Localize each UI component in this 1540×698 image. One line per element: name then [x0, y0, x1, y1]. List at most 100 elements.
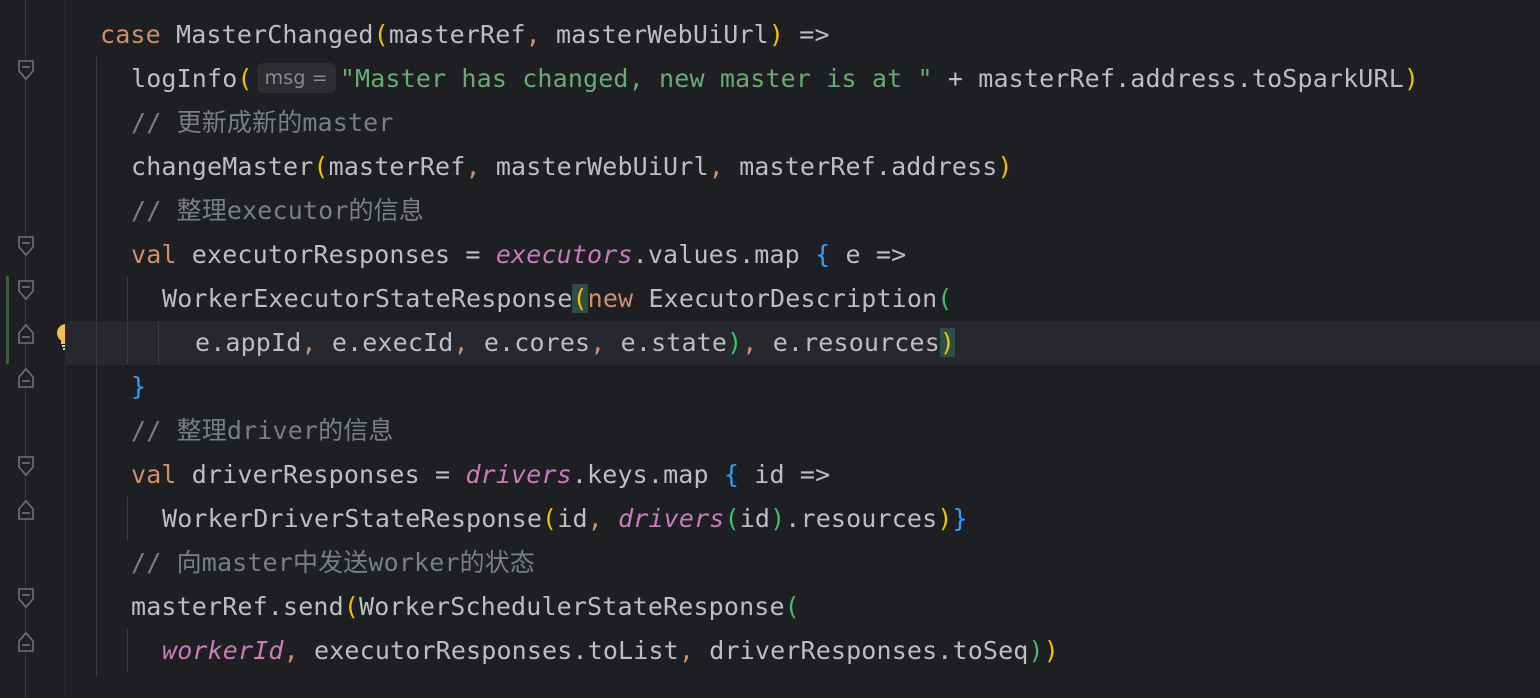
code-token: val — [131, 240, 177, 269]
code-token: drivers — [618, 504, 725, 533]
code-token: masterRef.send — [131, 592, 344, 621]
code-line[interactable]: // 向master中发送worker的状态 — [131, 541, 535, 585]
fold-open-icon[interactable] — [17, 279, 35, 301]
fold-close-icon[interactable] — [17, 323, 35, 345]
code-token: // 向master中发送worker的状态 — [131, 548, 536, 577]
code-line[interactable]: WorkerExecutorStateResponse(new Executor… — [162, 277, 952, 321]
indent-guide — [127, 629, 128, 673]
code-line[interactable]: // 整理driver的信息 — [131, 409, 394, 453]
code-token: , — [742, 328, 758, 357]
code-token: workerId — [162, 636, 284, 665]
indent-guide — [127, 497, 128, 541]
code-token: , — [678, 636, 695, 665]
code-token: ( — [542, 504, 558, 533]
code-token: executors — [495, 240, 633, 269]
code-line[interactable]: WorkerDriverStateResponse(id, drivers(id… — [162, 497, 968, 541]
code-token: } — [952, 504, 968, 533]
code-token: ( — [343, 592, 360, 621]
code-token: // 整理driver的信息 — [131, 416, 394, 445]
matched-bracket: ( — [572, 284, 588, 313]
code-line[interactable]: val driverResponses = drivers.keys.map {… — [131, 453, 830, 497]
code-token: ( — [313, 152, 329, 181]
code-token: { — [723, 460, 740, 489]
code-token: // 整理executor的信息 — [131, 196, 424, 225]
fold-close-icon[interactable] — [17, 367, 35, 389]
code-token: ) — [768, 20, 785, 49]
fold-open-icon[interactable] — [17, 235, 35, 257]
code-token: , — [301, 328, 317, 357]
fold-open-icon[interactable] — [17, 587, 35, 609]
code-token: id — [557, 504, 588, 533]
code-token: e.state — [605, 328, 728, 357]
code-token: id => — [739, 460, 831, 489]
code-token: executorResponses = — [176, 240, 496, 269]
code-token: ( — [784, 592, 800, 621]
code-token: masterRef — [388, 20, 526, 49]
code-token: ) — [1028, 636, 1044, 665]
code-token: + masterRef.address.toSparkURL — [932, 64, 1404, 93]
code-token: e.appId — [195, 328, 302, 357]
fold-open-icon[interactable] — [17, 455, 35, 477]
code-token: WorkerExecutorStateResponse — [162, 284, 573, 313]
code-token: drivers — [465, 460, 572, 489]
code-token: case — [100, 20, 161, 49]
code-token: .keys.map — [571, 460, 724, 489]
code-line[interactable]: case MasterChanged(masterRef, masterWebU… — [100, 13, 830, 57]
code-token: WorkerSchedulerStateResponse — [359, 592, 785, 621]
code-token: , — [453, 328, 469, 357]
fold-close-icon[interactable] — [17, 499, 35, 521]
code-token: changeMaster — [131, 152, 314, 181]
indent-guide — [158, 321, 159, 365]
code-token: ( — [373, 20, 389, 49]
code-token: , — [283, 636, 299, 665]
code-token: // 更新成新的master — [131, 108, 394, 137]
fold-close-icon[interactable] — [17, 631, 35, 653]
code-token: MasterChanged — [160, 20, 374, 49]
matched-bracket: ) — [939, 328, 956, 357]
parameter-hint: msg = — [256, 63, 336, 93]
code-line[interactable]: e.appId, e.execId, e.cores, e.state), e.… — [195, 321, 956, 365]
code-token: driverResponses.toSeq — [694, 636, 1029, 665]
fold-open-icon[interactable] — [17, 59, 35, 81]
code-token: id — [739, 504, 771, 533]
code-token: ) — [997, 152, 1013, 181]
code-token: e => — [830, 240, 907, 269]
code-token: "Master has changed, new master is at " — [339, 64, 933, 93]
code-token: executorResponses.toList — [298, 636, 679, 665]
code-token: val — [131, 460, 177, 489]
code-token: masterWebUiUrl — [480, 152, 709, 181]
indent-guide — [127, 277, 128, 365]
code-token: masterRef.address — [723, 152, 998, 181]
code-token: ) — [937, 504, 953, 533]
code-token: WorkerDriverStateResponse — [162, 504, 543, 533]
editor-gutter[interactable] — [0, 0, 75, 698]
code-token: ExecutorDescription — [633, 284, 938, 313]
code-token: new — [587, 284, 634, 313]
code-line[interactable]: logInfo(msg = "Master has changed, new ma… — [131, 57, 1419, 101]
code-token: .resources — [785, 504, 938, 533]
code-token: ) — [1403, 64, 1420, 93]
code-line[interactable]: // 整理executor的信息 — [131, 189, 424, 233]
code-token: driverResponses = — [176, 460, 466, 489]
indent-guide — [96, 57, 97, 677]
code-token: , — [525, 20, 541, 49]
code-token: e.execId — [316, 328, 454, 357]
code-token: masterWebUiUrl — [540, 20, 769, 49]
vcs-change-marker[interactable] — [6, 276, 9, 364]
code-line[interactable]: // 更新成新的master — [131, 101, 394, 145]
code-token: logInfo — [131, 64, 238, 93]
code-line[interactable]: changeMaster(masterRef, masterWebUiUrl, … — [131, 145, 1013, 189]
code-line[interactable]: val executorResponses = executors.values… — [131, 233, 906, 277]
code-line[interactable]: masterRef.send(WorkerSchedulerStateRespo… — [131, 585, 800, 629]
code-token: masterRef — [328, 152, 466, 181]
code-line[interactable]: } — [131, 365, 146, 409]
code-token: .values.map — [632, 240, 816, 269]
code-token: ) — [1043, 636, 1059, 665]
code-line[interactable]: workerId, executorResponses.toList, driv… — [162, 629, 1059, 673]
code-token: e.resources — [757, 328, 940, 357]
code-token: e.cores — [468, 328, 591, 357]
code-token: , — [465, 152, 481, 181]
code-token: , — [587, 504, 603, 533]
code-token: } — [131, 372, 147, 401]
